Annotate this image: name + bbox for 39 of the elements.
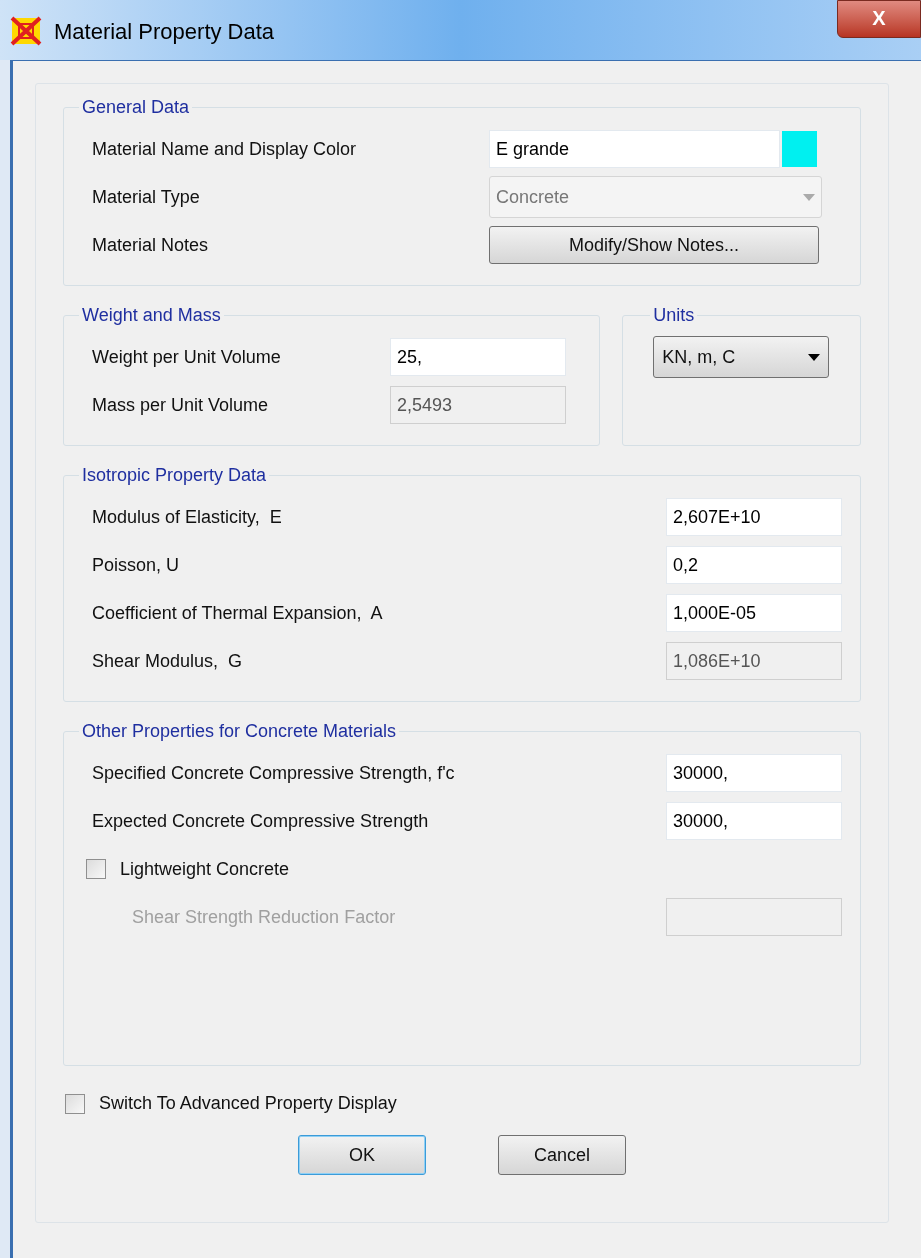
caret-icon [803,193,815,201]
field-label: Material Type [91,185,201,209]
field-label: Specified Concrete Compressive Strength, f'c [91,761,455,785]
field-label: Mass per Unit Volume [91,393,270,417]
input-field[interactable]: E grande [489,130,780,168]
units-dropdown[interactable]: KN, m, C [653,336,830,378]
input-field[interactable]: 1,000E-05 [666,594,842,632]
field-label: Material Notes [91,233,210,257]
input-field[interactable]: 0,2 [666,546,842,584]
color-swatch[interactable] [782,131,817,167]
close-button[interactable]: X [837,0,921,38]
window-title: Material Property Data [54,18,275,46]
input-field[interactable]: 2,607E+10 [666,498,842,536]
app-logo-icon [10,16,42,46]
notes-button[interactable]: Modify/Show Notes... [489,226,819,264]
input-field[interactable]: 30000, [666,802,842,840]
input-field[interactable] [666,898,842,936]
field-label: Material Name and Display Color [91,137,358,161]
field-label: Coefficient of Thermal Expansion, A [91,601,383,625]
dialog-button[interactable]: OK [298,1135,426,1175]
field-label: Shear Modulus, G [91,649,243,673]
group-title: General Data [81,96,191,119]
checkbox-label: Lightweight Concrete [120,857,290,881]
checkbox[interactable] [65,1093,85,1114]
group-title: Units [652,304,696,327]
checkbox[interactable] [86,859,106,879]
group-title: Isotropic Property Data [81,464,268,487]
field-label: Modulus of Elasticity, E [91,505,282,529]
field-label: Weight per Unit Volume [91,345,282,369]
field-label: Expected Concrete Compressive Strength [91,809,429,833]
dialog-button[interactable]: Cancel [498,1135,626,1175]
group-title: Other Properties for Concrete Materials [81,720,398,743]
field-label: Poisson, U [91,553,180,577]
caret-icon [808,353,821,361]
input-field[interactable]: 25, [390,338,566,376]
field-label: Shear Strength Reduction Factor [131,905,396,929]
group-title: Weight and Mass [81,304,222,327]
checkbox-label: Switch To Advanced Property Display [99,1092,397,1115]
input-field[interactable]: 30000, [666,754,842,792]
